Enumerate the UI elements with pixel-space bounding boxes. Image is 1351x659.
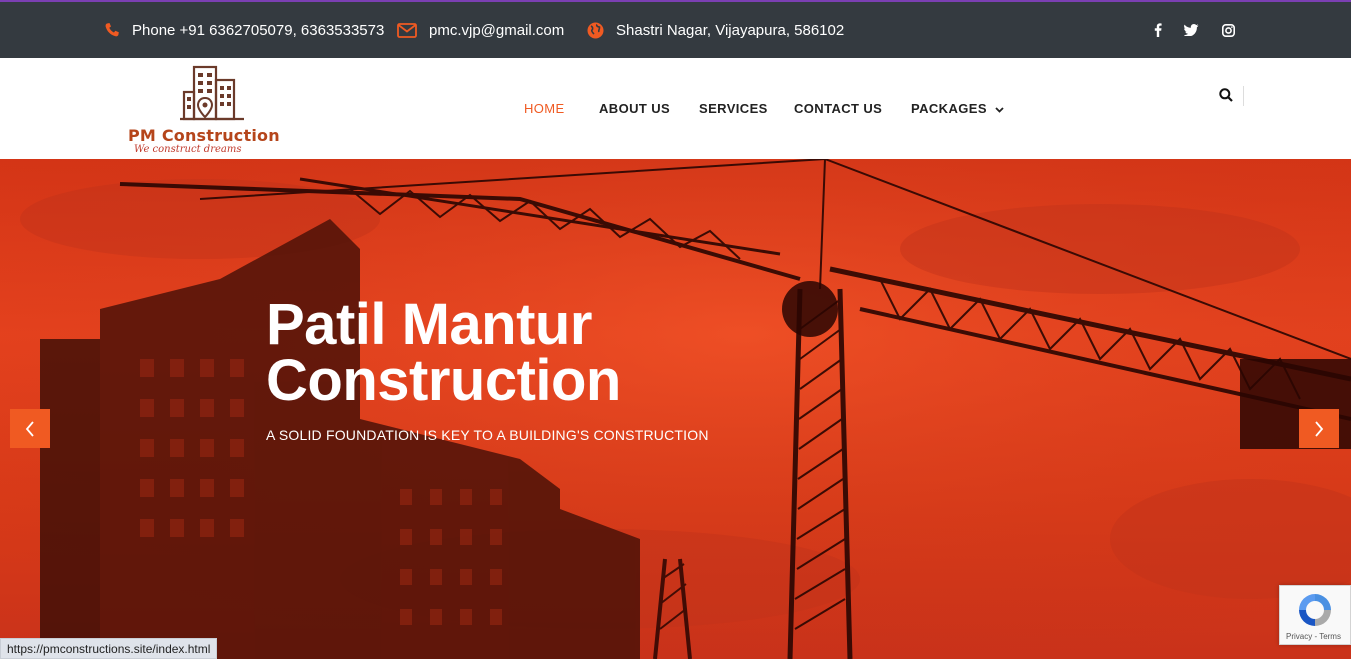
envelope-icon (397, 22, 417, 38)
recaptcha-badge[interactable]: Privacy - Terms (1279, 585, 1351, 645)
chevron-right-icon (1315, 420, 1324, 437)
hero-title: Patil Mantur Construction (266, 292, 621, 413)
site-header: PM Construction We construct dreams HOME… (0, 58, 1351, 159)
twitter-icon[interactable] (1184, 2, 1199, 58)
instagram-icon[interactable] (1222, 2, 1235, 58)
nav-packages[interactable]: PACKAGES (911, 101, 1004, 116)
address-text: Shastri Nagar, Vijayapura, 586102 (616, 21, 845, 39)
header-divider (1243, 86, 1244, 106)
crane-background-image (0, 159, 1351, 659)
recaptcha-terms[interactable]: Privacy - Terms (1286, 632, 1341, 641)
globe-icon (587, 22, 604, 39)
recaptcha-logo-icon (1299, 594, 1331, 626)
phone-contact: Phone +91 6362705079, 6363533573 (104, 2, 384, 58)
slider-prev-button[interactable] (10, 409, 50, 448)
chevron-down-icon (995, 106, 1004, 113)
hero-slider: Patil Mantur Construction A SOLID FOUNDA… (0, 159, 1351, 659)
facebook-icon[interactable] (1154, 2, 1162, 58)
email-contact[interactable]: pmc.vjp@gmail.com (397, 2, 564, 58)
nav-services[interactable]: SERVICES (699, 101, 768, 116)
logo-title: PM Construction (128, 126, 280, 145)
slider-next-button[interactable] (1299, 409, 1339, 448)
nav-packages-label: PACKAGES (911, 101, 987, 116)
status-bar-url: https://pmconstructions.site/index.html (0, 638, 218, 659)
phone-icon (104, 22, 120, 38)
hero-subtitle: A SOLID FOUNDATION IS KEY TO A BUILDING'… (266, 427, 709, 443)
site-logo[interactable]: PM Construction We construct dreams (126, 64, 296, 155)
email-text[interactable]: pmc.vjp@gmail.com (429, 22, 564, 39)
chevron-left-icon (25, 420, 34, 437)
nav-contact-us[interactable]: CONTACT US (794, 101, 882, 116)
address-contact: Shastri Nagar, Vijayapura, 586102 (587, 2, 844, 58)
phone-text: Phone +91 6362705079, 6363533573 (132, 21, 385, 39)
hero-title-line2: Construction (266, 348, 621, 413)
nav-home[interactable]: HOME (524, 101, 565, 116)
logo-tagline: We construct dreams (134, 144, 242, 155)
building-logo-icon (180, 65, 244, 121)
nav-about-us[interactable]: ABOUT US (599, 101, 670, 116)
top-contact-bar: Phone +91 6362705079, 6363533573 pmc.vjp… (0, 0, 1351, 58)
search-icon[interactable] (1219, 88, 1235, 104)
hero-title-line1: Patil Mantur (266, 292, 592, 357)
